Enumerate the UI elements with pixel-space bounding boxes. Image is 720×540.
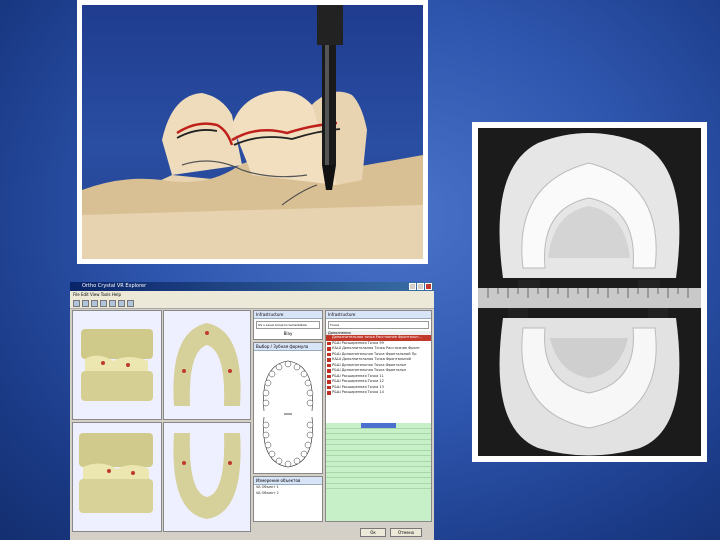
infrastructure-dropdown[interactable]: US u Level Arrow Incrementation [256, 321, 320, 329]
points-list-label: Р&Ш Дополнительная Точка Фронтальн [332, 362, 407, 367]
points-list-item[interactable]: Р&Ш Расширенная Точка 14 [326, 390, 431, 396]
tooth-diagram-panel: Выбор / Зубная формула [253, 342, 323, 474]
maximize-icon [417, 283, 424, 290]
ok-button[interactable]: Ок [360, 528, 386, 537]
dental-arch-lower [173, 433, 241, 519]
diagram-title: Выбор / Зубная формула [254, 343, 322, 351]
points-list: Дополнительная точка Расстояние Фронталь… [326, 335, 431, 396]
measurements-grid [326, 423, 431, 521]
infrastructure-panel: Infrastructure US u Level Arrow Incremen… [253, 310, 323, 340]
dental-model-side-view [81, 329, 153, 401]
software-window-title: Ortho Crystal VR Explorer [82, 283, 147, 289]
toolbar-icon [109, 300, 116, 307]
tooth-label: Blay [283, 331, 293, 336]
toolbar-icon [91, 300, 98, 307]
points-list-label: Р&Ш Дополнительная Точка Фронтальной Пр [332, 351, 417, 356]
point-marker-icon [327, 358, 331, 362]
points-list-label: Дополнительная точка Расстояние Фронталь… [332, 335, 422, 339]
point-marker-icon [327, 391, 331, 395]
point-marker-icon [327, 363, 331, 367]
dental-model-side-view-2 [79, 433, 153, 513]
points-list-label: К&Ш Дополнительная Точка Фронтальной [332, 357, 411, 361]
panel-title: Infrastructure [254, 311, 322, 319]
point-marker-icon [327, 369, 331, 373]
toolbar-icon [82, 300, 89, 307]
photo-plaster-casts [472, 122, 707, 462]
photo-software-screenshot: Ortho Crystal VR Explorer File Edit View… [70, 282, 434, 540]
plaster-casts-illustration [478, 133, 701, 456]
point-marker-icon [327, 336, 331, 340]
cancel-button[interactable]: Отмена [390, 528, 422, 537]
viewport-side-top [72, 310, 162, 420]
points-list-label: Р&Ш Расширенная Точка 11 [332, 373, 384, 378]
minimize-icon [409, 283, 416, 290]
viewport-occlusal-top [163, 310, 251, 420]
points-dropdown[interactable]: Точки [328, 321, 429, 329]
point-marker-icon [327, 341, 331, 345]
point-marker-icon [327, 374, 331, 378]
viewport-occlusal-bottom [163, 422, 251, 532]
viewport-side-bottom [72, 422, 162, 532]
point-marker-icon [327, 385, 331, 389]
grid-row [326, 484, 431, 489]
point-marker-icon [327, 347, 331, 351]
photo-model-survey [77, 0, 428, 264]
plaster-model-illustration [82, 5, 423, 259]
close-icon [425, 283, 432, 290]
software-toolbar [70, 299, 434, 309]
software-menubar: File Edit View Tools Help [70, 291, 434, 299]
measure-panel-title: Измерение объектов [254, 477, 322, 485]
points-list-label: Р&Ш Расширенная Точка 12 [332, 379, 384, 383]
measure-row[interactable]: VA Объект 2 [254, 491, 322, 497]
points-list-label: Р&Ш Дополнительная Точка Фронтальн [332, 368, 407, 372]
points-list-label: Р&Ш Расширенная Точка 14 [332, 390, 384, 394]
points-list-label: К&Ш Дополнительная Точка Расстояние Фрон… [332, 346, 420, 350]
toolbar-icon [118, 300, 125, 307]
tooth-chart-diagram [262, 360, 314, 468]
points-list-label: Р&Ш Расширенная Точка 13 [332, 384, 384, 389]
dental-arch-upper [173, 323, 241, 406]
point-marker-icon [327, 380, 331, 384]
toolbar-icon [73, 300, 80, 307]
points-list-label: Р&Ш Расширенная Точка 99 [332, 340, 384, 345]
toolbar-icon [127, 300, 134, 307]
points-panel: Infrastructure Точки Дополнения Дополнит… [325, 310, 432, 522]
points-panel-title: Infrastructure [326, 311, 431, 319]
software-titlebar: Ortho Crystal VR Explorer [70, 282, 434, 291]
point-marker-icon [327, 352, 331, 356]
toolbar-icon [100, 300, 107, 307]
measure-objects-panel: Измерение объектов VA Объект 1 VA Объект… [253, 476, 323, 522]
